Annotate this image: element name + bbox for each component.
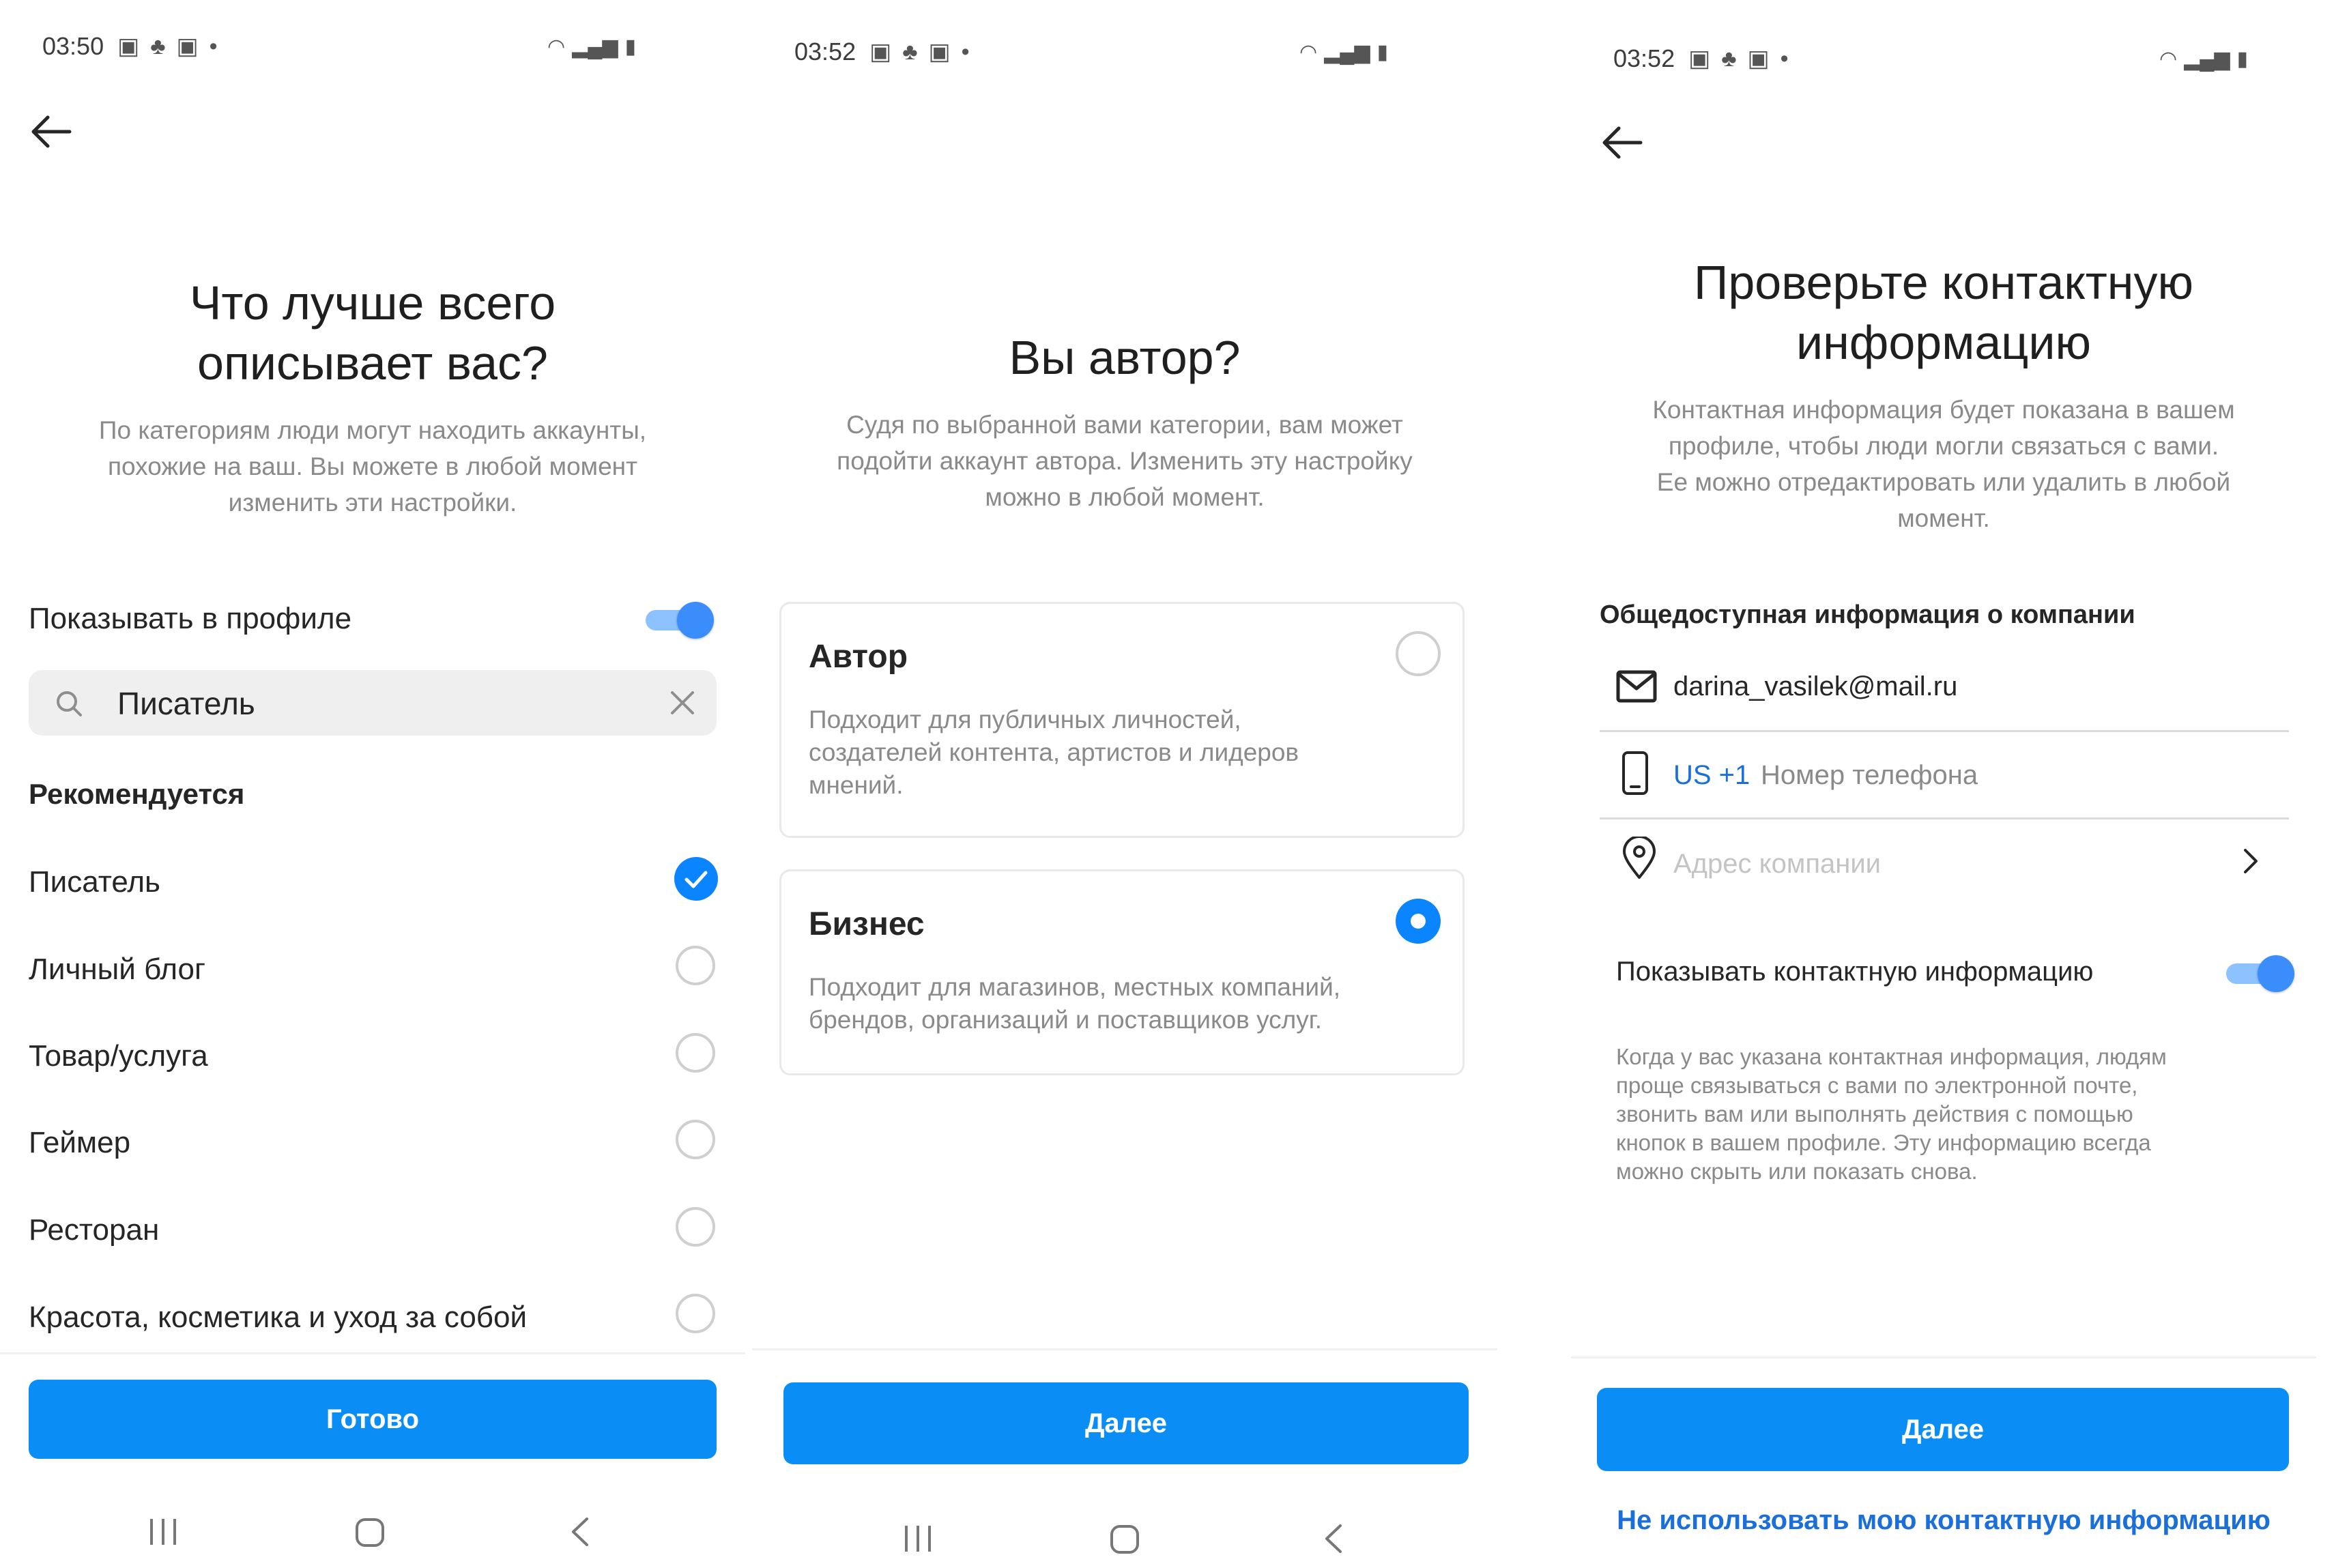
battery-icon: ▮	[624, 35, 637, 58]
option-card-business[interactable]: Бизнес Подходит для магазинов, местных к…	[779, 869, 1465, 1075]
category-radio[interactable]	[676, 1033, 715, 1073]
option-title: Бизнес	[809, 906, 925, 942]
home-icon[interactable]	[354, 1516, 386, 1549]
show-contact-label: Показывать контактную информацию	[1616, 957, 2094, 987]
gallery-icon: ▣	[869, 39, 892, 65]
next-button[interactable]: Далее	[1597, 1388, 2289, 1471]
screen-contact: 03:52 ▣ ♣ ▣ • ◠ ▂▄▆ ▮ Проверьте контактн…	[1571, 0, 2316, 1568]
next-button[interactable]: Далее	[783, 1382, 1469, 1464]
page-subtitle: По категориям люди могут находить аккаун…	[98, 416, 647, 517]
page-title: Что лучше всего описывает вас?	[189, 276, 556, 390]
location-pin-icon	[1623, 837, 1656, 879]
back-arrow-icon[interactable]	[1598, 119, 1646, 166]
status-time: 03:52	[1613, 44, 1675, 72]
done-button[interactable]: Готово	[29, 1380, 717, 1459]
status-bar: 03:52 ▣ ♣ ▣ • ◠ ▂▄▆ ▮	[1613, 38, 2316, 79]
selected-radio-icon[interactable]	[1396, 899, 1441, 944]
screen-category: 03:50 ▣ ♣ ▣ • ◠ ▂▄▆ ▮ Что лучше всего оп…	[0, 0, 745, 1568]
status-time: 03:52	[794, 38, 856, 66]
recent-apps-icon[interactable]	[146, 1516, 180, 1548]
show-contact-toggle[interactable]	[2226, 954, 2294, 992]
gallery-icon: ▣	[117, 33, 140, 59]
divider	[752, 1348, 1497, 1350]
divider	[1600, 730, 2289, 732]
category-item[interactable]: Геймер	[29, 1126, 130, 1160]
search-value: Писатель	[117, 686, 255, 721]
page-title: Проверьте контактную информацию	[1694, 256, 2193, 369]
phone-icon	[1622, 751, 1648, 795]
option-title: Автор	[809, 639, 908, 675]
page-subtitle: Судя по выбранной вами категории, вам мо…	[837, 411, 1413, 511]
battery-icon: ▮	[1377, 40, 1389, 63]
option-description: Подходит для магазинов, местных компаний…	[809, 973, 1341, 1034]
status-time: 03:50	[42, 32, 104, 60]
category-radio[interactable]	[676, 946, 715, 985]
category-radio[interactable]	[676, 1294, 715, 1333]
wifi-icon: ◠	[547, 35, 566, 58]
mail-icon	[1616, 670, 1657, 703]
show-in-profile-toggle[interactable]	[646, 600, 714, 639]
screen-author: 03:52 ▣ ♣ ▣ • ◠ ▂▄▆ ▮ Вы автор? Судя по …	[752, 0, 1497, 1568]
signal-icon: ▂▄▆	[2184, 47, 2230, 70]
checked-icon[interactable]	[674, 857, 718, 901]
page-subtitle: Контактная информация будет показана в в…	[1652, 396, 2235, 532]
category-radio[interactable]	[676, 1120, 715, 1159]
home-icon[interactable]	[1108, 1523, 1141, 1556]
category-radio[interactable]	[676, 1207, 715, 1247]
search-input[interactable]: Писатель	[29, 670, 717, 736]
wifi-icon: ◠	[1299, 40, 1318, 63]
skip-contact-link[interactable]: Не использовать мою контактную информаци…	[1571, 1505, 2316, 1536]
battery-icon: ▮	[2236, 47, 2249, 70]
system-nav-bar	[752, 1513, 1497, 1568]
category-item[interactable]: Красота, косметика и уход за собой	[29, 1301, 527, 1335]
recommended-header: Рекомендуется	[29, 778, 245, 810]
wifi-icon: ◠	[2159, 47, 2178, 70]
status-bar: 03:50 ▣ ♣ ▣ • ◠ ▂▄▆ ▮	[42, 26, 745, 67]
option-radio[interactable]	[1396, 631, 1441, 676]
gallery-icon: ▣	[1688, 46, 1711, 72]
nav-back-icon[interactable]	[566, 1515, 594, 1549]
divider	[0, 1352, 745, 1354]
gallery-icon: ▣	[928, 39, 951, 65]
signal-icon: ▂▄▆	[572, 35, 618, 58]
option-description: Подходит для публичных личностей, создат…	[809, 706, 1299, 799]
status-bar: 03:52 ▣ ♣ ▣ • ◠ ▂▄▆ ▮	[794, 31, 1497, 72]
show-in-profile-label: Показывать в профиле	[29, 602, 352, 635]
category-item[interactable]: Писатель	[29, 865, 160, 899]
notification-icon: ♣	[1721, 45, 1737, 72]
recent-apps-icon[interactable]	[901, 1523, 935, 1554]
signal-icon: ▂▄▆	[1324, 40, 1370, 63]
address-field[interactable]: Адрес компании	[1673, 849, 1881, 880]
phone-country-code[interactable]: US +1	[1673, 760, 1750, 791]
option-card-author[interactable]: Автор Подходит для публичных личностей, …	[779, 602, 1465, 838]
dot-icon: •	[209, 33, 218, 59]
page-title: Вы автор?	[1009, 331, 1241, 384]
dot-icon: •	[961, 38, 970, 65]
gallery-icon: ▣	[176, 33, 199, 59]
contact-info-note: Когда у вас указана контактная информаци…	[1616, 1044, 2167, 1184]
clear-icon[interactable]	[669, 689, 696, 716]
notification-icon: ♣	[902, 38, 918, 65]
category-item[interactable]: Личный блог	[29, 953, 205, 987]
divider	[1571, 1356, 2316, 1359]
dot-icon: •	[1780, 45, 1789, 72]
gallery-icon: ▣	[1747, 46, 1770, 72]
phone-field[interactable]: Номер телефона	[1761, 760, 1978, 791]
category-item[interactable]: Ресторан	[29, 1213, 159, 1247]
category-item[interactable]: Товар/услуга	[29, 1039, 208, 1073]
search-icon	[57, 691, 82, 716]
section-header: Общедоступная информация о компании	[1600, 600, 2135, 629]
system-nav-bar	[0, 1507, 745, 1561]
back-arrow-icon[interactable]	[27, 108, 75, 156]
divider	[1600, 817, 2289, 819]
chevron-right-icon[interactable]	[2240, 846, 2260, 876]
notification-icon: ♣	[150, 33, 166, 59]
nav-back-icon[interactable]	[1320, 1522, 1347, 1556]
email-field[interactable]: darina_vasilek@mail.ru	[1673, 671, 1957, 702]
